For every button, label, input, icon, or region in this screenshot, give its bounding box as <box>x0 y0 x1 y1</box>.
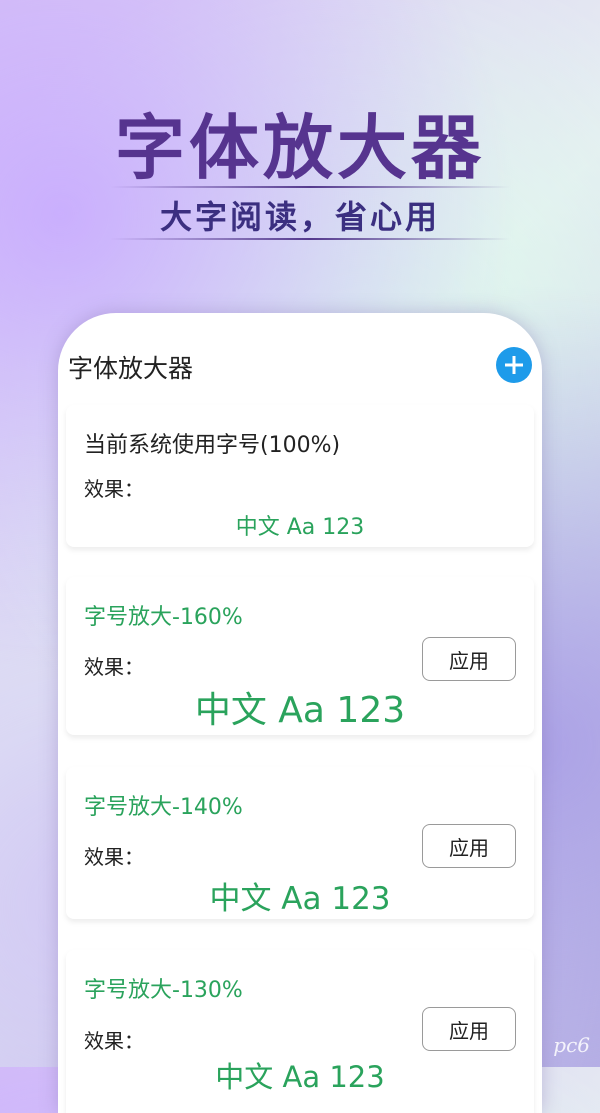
card-title: 当前系统使用字号(100%) <box>84 433 341 458</box>
current-size-card: 当前系统使用字号(100%) 效果： 中文 Aa 123 <box>66 405 534 547</box>
hero-divider-bottom <box>110 238 510 240</box>
effect-label: 效果： <box>84 477 144 501</box>
watermark-logo: pc6 <box>553 1033 590 1057</box>
card-title: 字号放大-160% <box>84 605 243 630</box>
sample-text: 中文 Aa 123 <box>209 881 391 917</box>
size-140-card: 字号放大-140% 效果： 应用 中文 Aa 123 <box>66 767 534 919</box>
effect-label: 效果： <box>84 845 144 869</box>
sample-text: 中文 Aa 123 <box>235 515 365 540</box>
sample-text: 中文 Aa 123 <box>194 690 406 731</box>
add-button[interactable] <box>496 347 532 383</box>
effect-label: 效果： <box>84 1029 144 1053</box>
size-130-card: 字号放大-130% 效果： 应用 中文 Aa 123 <box>66 950 534 1113</box>
apply-button[interactable]: 应用 <box>422 824 516 868</box>
hero-divider-top <box>110 186 510 188</box>
card-title: 字号放大-140% <box>84 795 243 820</box>
effect-label: 效果： <box>84 655 144 679</box>
phone-screen: 字体放大器 当前系统使用字号(100%) 效果： 中文 Aa 123 字号放大-… <box>58 313 542 1113</box>
apply-button[interactable]: 应用 <box>422 637 516 681</box>
sample-text: 中文 Aa 123 <box>215 1060 385 1094</box>
size-160-card: 字号放大-160% 效果： 应用 中文 Aa 123 <box>66 577 534 735</box>
plus-icon <box>505 356 523 374</box>
card-title: 字号放大-130% <box>84 978 243 1003</box>
hero-subtitle: 大字阅读，省心用 <box>159 198 440 236</box>
hero-title: 字体放大器 <box>115 107 485 189</box>
app-title: 字体放大器 <box>68 354 194 383</box>
apply-button[interactable]: 应用 <box>422 1007 516 1051</box>
